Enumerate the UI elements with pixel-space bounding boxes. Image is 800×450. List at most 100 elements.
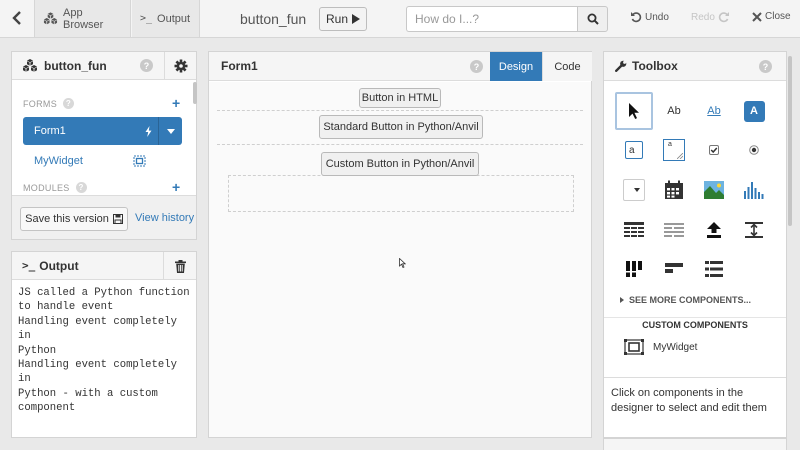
chevron-left-icon	[12, 11, 21, 25]
output-tab-label: Output	[157, 12, 191, 25]
custom-component-label: MyWidget	[653, 341, 698, 353]
pointer-icon	[629, 103, 639, 119]
output-panel: >_ Output JS called a Python function to…	[11, 251, 197, 438]
search-button[interactable]	[577, 6, 608, 32]
clear-output-button[interactable]	[163, 252, 196, 280]
image-icon	[704, 181, 724, 199]
add-module-button[interactable]: +	[172, 179, 180, 195]
data-grid-tool[interactable]	[615, 211, 653, 249]
app-browser-label: App Browser	[62, 6, 104, 31]
link-tool[interactable]: Ab	[695, 92, 733, 130]
output-tab[interactable]: >_ Output	[132, 0, 200, 37]
forms-section-label: FORMS ?	[23, 98, 74, 109]
mouse-cursor-icon	[399, 258, 406, 268]
dropdown-icon	[623, 179, 645, 201]
textarea-tool[interactable]: a	[655, 131, 693, 169]
sidebar-item-form1[interactable]: Form1	[23, 117, 182, 145]
app-settings-button[interactable]	[164, 52, 196, 80]
plot-tool[interactable]	[735, 171, 773, 209]
redo-button[interactable]: Redo	[691, 11, 730, 23]
caret-right-icon	[620, 297, 624, 303]
textarea-icon-letter: a	[668, 141, 672, 148]
file-loader-tool[interactable]	[695, 211, 733, 249]
standard-button[interactable]: Standard Button in Python/Anvil	[319, 115, 483, 139]
cubes-icon	[23, 59, 37, 72]
button-tool[interactable]: A	[735, 92, 773, 130]
linear-panel-icon	[705, 261, 723, 277]
wrench-icon	[615, 60, 627, 72]
help-icon[interactable]: ?	[63, 98, 74, 109]
custom-component-mywidget[interactable]: MyWidget	[624, 339, 697, 355]
app-browser-tab[interactable]: App Browser	[34, 0, 131, 37]
app-panel-scrollbar[interactable]	[193, 82, 197, 104]
tab-code[interactable]: Code	[542, 52, 592, 81]
close-icon	[752, 11, 762, 22]
output-panel-title: Output	[39, 258, 79, 273]
forms-label: FORMS	[23, 98, 57, 109]
add-form-button[interactable]: +	[172, 95, 180, 111]
cubes-icon	[43, 12, 58, 25]
link-icon: Ab	[707, 105, 721, 117]
help-icon[interactable]: ?	[75, 182, 87, 193]
slot-divider	[217, 110, 583, 111]
bolt-icon	[138, 125, 158, 137]
terminal-icon: >_	[22, 259, 36, 272]
linear-panel-tool[interactable]	[695, 250, 733, 288]
back-button[interactable]	[6, 6, 28, 30]
close-button[interactable]: Close	[752, 11, 791, 22]
sidebar-item-mywidget[interactable]: MyWidget	[34, 155, 83, 167]
toolbox-scrollbar[interactable]	[788, 56, 792, 226]
form-options-dropdown[interactable]	[158, 117, 182, 145]
tab-design[interactable]: Design	[490, 52, 542, 81]
see-more-components-link[interactable]: SEE MORE COMPONENTS...	[620, 295, 751, 305]
design-canvas[interactable]: Button in HTML Standard Button in Python…	[209, 82, 591, 437]
help-icon[interactable]: ?	[759, 60, 772, 73]
top-toolbar: App Browser >_ Output button_fun Run Und…	[0, 0, 800, 38]
custom-button[interactable]: Custom Button in Python/Anvil	[321, 152, 479, 176]
undo-icon	[631, 12, 642, 23]
pointer-tool[interactable]	[615, 92, 653, 130]
redo-icon	[718, 12, 729, 23]
help-icon[interactable]: ?	[470, 60, 483, 73]
undo-button[interactable]: Undo	[630, 11, 669, 23]
app-panel-footer: Save this version View history	[12, 195, 196, 239]
redo-label: Redo	[691, 11, 715, 23]
form-designer-panel: Form1 ? Design Code Button in HTML Stand…	[208, 51, 592, 438]
search-input[interactable]	[406, 6, 577, 32]
custom-component-icon	[624, 339, 644, 355]
see-more-label: SEE MORE COMPONENTS...	[629, 295, 752, 305]
image-tool[interactable]	[695, 171, 733, 209]
repeating-panel-tool[interactable]	[655, 211, 693, 249]
radio-button-icon	[749, 145, 759, 155]
date-picker-tool[interactable]	[655, 171, 693, 209]
custom-component-icon	[133, 155, 146, 170]
calendar-icon	[665, 180, 683, 199]
flow-panel-tool[interactable]	[655, 250, 693, 288]
spacer-tool[interactable]	[735, 211, 773, 249]
slot-divider	[217, 144, 583, 145]
run-label: Run	[325, 12, 348, 26]
save-version-button[interactable]: Save this version	[20, 207, 128, 231]
view-history-link[interactable]: View history	[135, 212, 194, 224]
label-icon: Ab	[667, 105, 681, 117]
checkbox-icon	[709, 145, 719, 155]
caret-down-icon	[166, 128, 175, 134]
floppy-disk-icon	[112, 214, 123, 224]
custom-component-slot[interactable]	[228, 175, 574, 212]
textarea-icon: a	[663, 139, 685, 161]
checkbox-tool[interactable]	[695, 131, 733, 169]
label-tool[interactable]: Ab	[655, 92, 693, 130]
dropdown-tool[interactable]	[615, 171, 653, 209]
toolbox-title: Toolbox	[632, 59, 678, 73]
search-icon	[587, 13, 599, 25]
run-button[interactable]: Run	[319, 7, 367, 31]
help-icon[interactable]: ?	[140, 59, 153, 72]
data-grid-icon	[624, 222, 644, 237]
app-panel-title: button_fun	[44, 58, 107, 73]
textbox-tool[interactable]: a	[615, 131, 653, 169]
textbox-icon: a	[625, 141, 643, 159]
column-panel-tool[interactable]	[615, 250, 653, 288]
html-button[interactable]: Button in HTML	[359, 88, 441, 108]
toolbox-hint: Click on components in the designer to s…	[604, 377, 786, 437]
radio-button-tool[interactable]	[735, 131, 773, 169]
